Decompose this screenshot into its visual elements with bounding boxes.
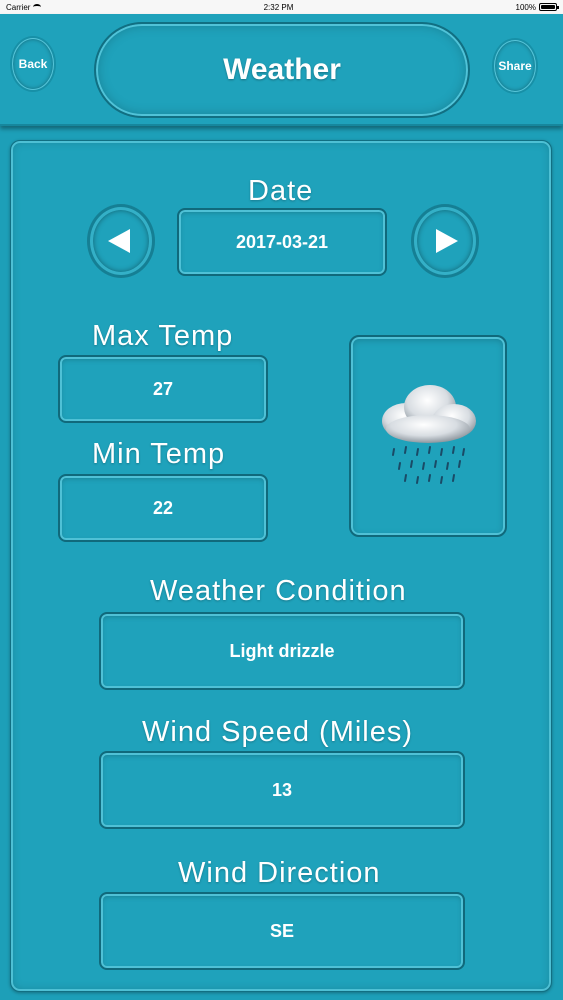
max-temp-label: Max Temp — [92, 320, 234, 352]
wind-direction-label: Wind Direction — [178, 857, 381, 889]
share-button-label: Share — [498, 59, 532, 73]
condition-label: Weather Condition — [150, 575, 407, 607]
condition-value: Light drizzle — [229, 640, 335, 661]
date-label: Date — [248, 175, 314, 207]
next-date-button[interactable] — [414, 207, 476, 275]
wind-speed-value: 13 — [271, 779, 293, 800]
carrier-label: Carrier — [6, 2, 31, 12]
wind-direction-value: SE — [269, 920, 294, 941]
max-temp-value: 27 — [152, 378, 174, 399]
status-time: 2:32 PM — [263, 2, 294, 12]
weather-icon-box — [349, 335, 507, 537]
wind-speed-field[interactable]: 13 — [99, 751, 465, 829]
status-left: Carrier — [6, 2, 42, 12]
wifi-icon — [33, 4, 42, 10]
page-title: Weather — [223, 53, 341, 86]
battery-percent: 100% — [515, 2, 536, 12]
share-button[interactable]: Share — [494, 40, 536, 92]
min-temp-label: Min Temp — [92, 438, 226, 470]
nav-bar: Back Weather Share — [0, 14, 563, 126]
title-pill: Weather — [94, 22, 470, 118]
condition-field[interactable]: Light drizzle — [99, 612, 465, 690]
date-field[interactable]: 2017-03-21 — [177, 208, 387, 276]
min-temp-value: 22 — [152, 497, 174, 518]
battery-icon — [539, 3, 559, 11]
rain-cloud-icon — [382, 385, 476, 484]
wind-direction-field[interactable]: SE — [99, 892, 465, 970]
max-temp-field[interactable]: 27 — [58, 355, 268, 423]
min-temp-field[interactable]: 22 — [58, 474, 268, 542]
back-button-label: Back — [18, 57, 48, 71]
back-button[interactable]: Back — [12, 38, 54, 90]
wind-speed-label: Wind Speed (Miles) — [142, 716, 414, 748]
status-right: 100% — [515, 2, 559, 12]
date-value: 2017-03-21 — [235, 231, 329, 252]
previous-date-button[interactable] — [90, 207, 152, 275]
arrow-right-icon — [436, 229, 458, 253]
arrow-left-icon — [108, 229, 130, 253]
status-bar: Carrier 2:32 PM 100% — [0, 0, 563, 14]
